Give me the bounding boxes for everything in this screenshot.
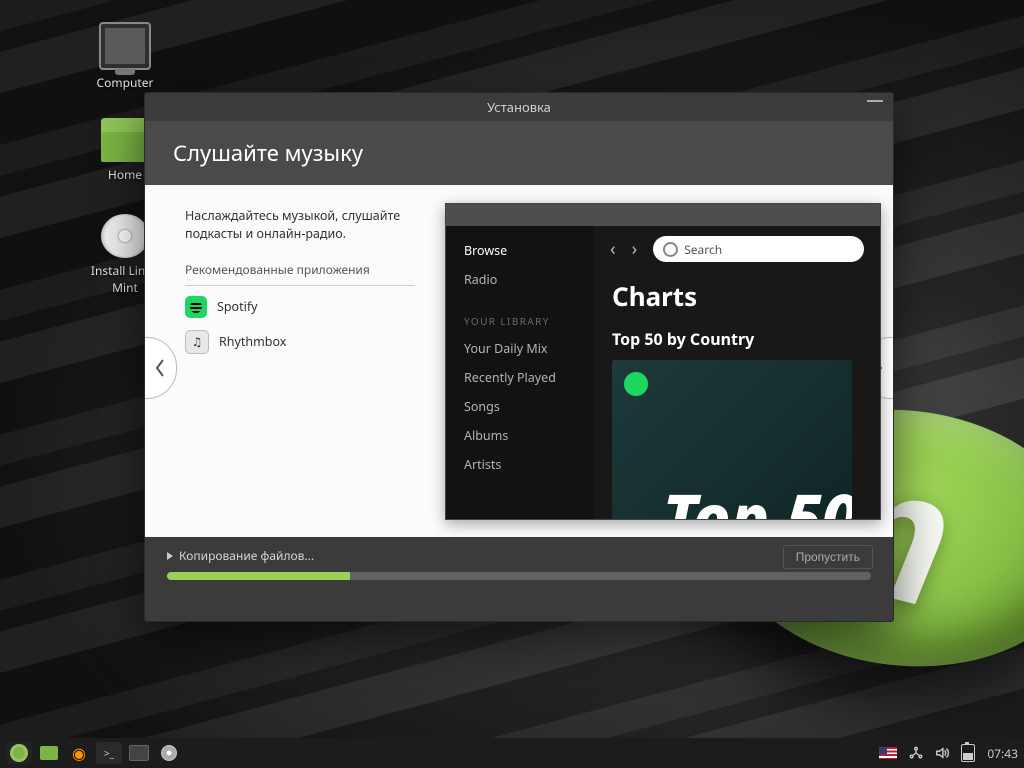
search-placeholder: Search <box>684 241 722 258</box>
terminal-launcher[interactable]: >_ <box>96 742 122 764</box>
monitor-icon <box>99 22 151 70</box>
spotify-search: Search <box>653 236 864 262</box>
chevron-left-icon <box>154 358 166 378</box>
sidebar-item-browse: Browse <box>464 236 594 265</box>
rhythmbox-icon <box>185 330 209 354</box>
disc-icon <box>101 214 149 258</box>
recommended-apps-heading: Рекомендованные приложения <box>185 261 415 285</box>
desktop-icon-computer[interactable]: Computer <box>80 22 170 91</box>
spotify-subheading-top50: Top 50 by Country <box>594 328 880 360</box>
spotify-logo-icon <box>624 372 648 396</box>
clock[interactable]: 07:43 <box>987 745 1018 762</box>
app-rhythmbox: Rhythmbox <box>185 330 415 354</box>
file-manager-launcher[interactable] <box>36 742 62 764</box>
minimize-button[interactable] <box>867 100 883 102</box>
sidebar-item-albums: Albums <box>464 421 594 450</box>
start-menu-button[interactable] <box>6 742 32 764</box>
battery-icon[interactable] <box>961 744 975 762</box>
window-title: Установка <box>487 98 551 116</box>
spotify-card-top50: Top 50 <box>612 360 852 520</box>
hero-heading: Слушайте музыку <box>145 121 893 185</box>
slideshow-body: Наслаждайтесь музыкой, слушайте подкасты… <box>145 185 893 537</box>
sidebar-section-your-library: YOUR LIBRARY <box>464 308 594 334</box>
sidebar-item-daily-mix: Your Daily Mix <box>464 334 594 363</box>
card-big-text: Top 50 <box>662 473 852 520</box>
hero-text: Слушайте музыку <box>173 138 363 168</box>
status-text: Копирование файлов... <box>179 547 314 564</box>
triangle-right-icon <box>167 552 173 560</box>
app-label: Rhythmbox <box>219 333 286 351</box>
desktop-icon-label: Home <box>108 166 142 183</box>
progress-bar <box>167 572 871 580</box>
skip-button[interactable]: Пропустить <box>783 545 873 569</box>
window-titlebar[interactable]: Установка <box>145 93 893 121</box>
spotify-screenshot: Browse Radio YOUR LIBRARY Your Daily Mix… <box>445 203 881 520</box>
volume-icon[interactable] <box>935 746 949 760</box>
desktop-icon-label: Computer <box>97 74 154 91</box>
app-spotify: Spotify <box>185 296 415 318</box>
progress-fill <box>167 572 350 580</box>
prev-slide-button[interactable] <box>144 337 177 399</box>
slide-description: Наслаждайтесь музыкой, слушайте подкасты… <box>185 207 415 243</box>
sidebar-item-artists: Artists <box>464 450 594 479</box>
taskbar[interactable]: ◉ >_ 07:43 <box>0 738 1024 768</box>
app-label: Spotify <box>217 298 258 316</box>
spotify-sidebar: Browse Radio YOUR LIBRARY Your Daily Mix… <box>446 226 594 519</box>
forward-icon: › <box>632 237 638 261</box>
installer-footer: Копирование файлов... Пропустить <box>145 537 893 621</box>
keyboard-layout-us-icon[interactable] <box>879 747 897 759</box>
taskbar-window-files[interactable] <box>126 742 152 764</box>
system-tray: 07:43 <box>879 744 1018 762</box>
taskbar-window-installer[interactable] <box>156 742 182 764</box>
installer-window: Установка Слушайте музыку Наслаждайтесь … <box>144 92 894 622</box>
network-icon[interactable] <box>909 746 923 760</box>
spotify-heading-charts: Charts <box>594 272 880 328</box>
spotify-icon <box>185 296 207 318</box>
folder-icon <box>101 118 149 162</box>
sidebar-item-songs: Songs <box>464 392 594 421</box>
sidebar-item-recent: Recently Played <box>464 363 594 392</box>
sidebar-item-radio: Radio <box>464 265 594 294</box>
install-status[interactable]: Копирование файлов... <box>167 547 871 564</box>
firefox-launcher[interactable]: ◉ <box>66 742 92 764</box>
back-icon: ‹ <box>610 237 616 261</box>
